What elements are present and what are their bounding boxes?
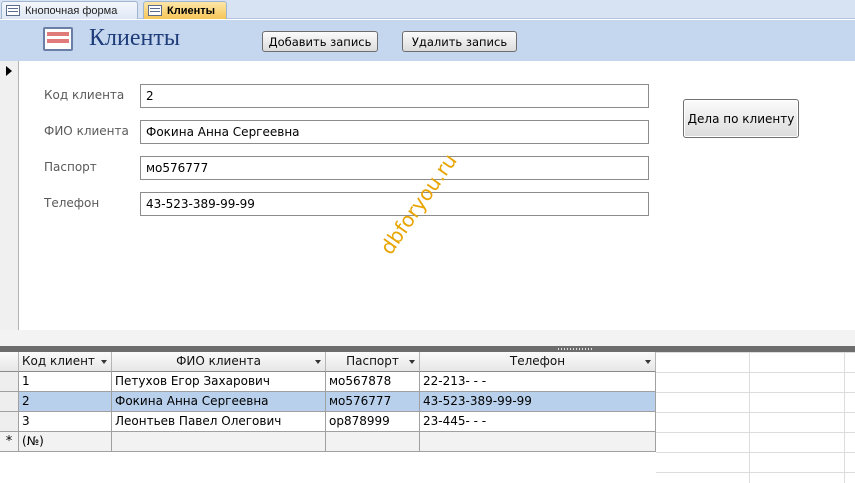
cell-client-name[interactable]: Леонтьев Павел Олегович <box>112 412 326 432</box>
document-tab-strip: Кнопочная форма Клиенты <box>0 0 855 19</box>
page-title: Клиенты <box>89 25 180 51</box>
cell-new-phone[interactable] <box>420 432 656 452</box>
select-all-corner[interactable] <box>0 352 19 372</box>
cell-new-passport[interactable] <box>326 432 420 452</box>
record-selector[interactable] <box>0 61 19 330</box>
form-icon <box>6 5 20 16</box>
client-name-field[interactable]: Фокина Анна Сергеевна <box>140 120 649 144</box>
row-selector[interactable] <box>0 392 19 412</box>
form-icon <box>148 5 162 16</box>
client-id-label: Код клиента <box>44 88 125 102</box>
phone-field[interactable]: 43-523-389-99-99 <box>140 192 649 216</box>
dropdown-arrow-icon[interactable] <box>409 360 415 364</box>
cell-new-client-id[interactable]: (№) <box>19 432 112 452</box>
cell-passport[interactable]: мо567878 <box>326 372 420 392</box>
cell-phone[interactable]: 23-445- - - <box>420 412 656 432</box>
tab-clients[interactable]: Клиенты <box>143 1 227 19</box>
split-gap <box>0 330 855 346</box>
passport-label: Паспорт <box>44 160 97 174</box>
client-name-label: ФИО клиента <box>44 124 129 138</box>
cell-phone[interactable]: 22-213- - - <box>420 372 656 392</box>
new-record-star-icon[interactable]: * <box>0 432 19 452</box>
column-header-client-name[interactable]: ФИО клиента <box>112 352 326 372</box>
new-record-row[interactable]: * (№) <box>0 432 656 452</box>
tab-switchboard-form[interactable]: Кнопочная форма <box>1 1 138 19</box>
datasheet-header-row: Код клиент ФИО клиента Паспорт Телефон <box>0 352 656 372</box>
column-header-label: Паспорт <box>346 354 399 368</box>
cell-passport[interactable]: мо576777 <box>326 392 420 412</box>
row-selector[interactable] <box>0 372 19 392</box>
passport-field[interactable]: мо576777 <box>140 156 649 180</box>
form-icon <box>43 27 73 51</box>
delete-record-button[interactable]: Удалить запись <box>402 31 517 52</box>
dropdown-arrow-icon[interactable] <box>101 360 107 364</box>
row-selector[interactable] <box>0 412 19 432</box>
current-record-arrow-icon <box>6 66 12 76</box>
dropdown-arrow-icon[interactable] <box>315 360 321 364</box>
dropdown-arrow-icon[interactable] <box>645 360 651 364</box>
cell-client-id[interactable]: 3 <box>19 412 112 432</box>
empty-grid-area <box>656 352 855 483</box>
cell-new-client-name[interactable] <box>112 432 326 452</box>
tab-label: Клиенты <box>167 4 216 17</box>
add-record-button[interactable]: Добавить запись <box>262 31 378 52</box>
cell-client-name[interactable]: Петухов Егор Захарович <box>112 372 326 392</box>
column-header-passport[interactable]: Паспорт <box>326 352 420 372</box>
table-row[interactable]: 3 Леонтьев Павел Олегович ор878999 23-44… <box>0 412 656 432</box>
cell-passport[interactable]: ор878999 <box>326 412 420 432</box>
tab-label: Кнопочная форма <box>25 4 118 17</box>
column-header-label: Код клиент <box>22 354 95 368</box>
column-header-phone[interactable]: Телефон <box>420 352 656 372</box>
cell-client-name[interactable]: Фокина Анна Сергеевна <box>112 392 326 412</box>
cell-phone[interactable]: 43-523-389-99-99 <box>420 392 656 412</box>
splitter-grip-icon <box>558 348 592 350</box>
column-header-label: ФИО клиента <box>176 354 261 368</box>
column-header-label: Телефон <box>509 354 566 368</box>
table-row-selected[interactable]: 2 Фокина Анна Сергеевна мо576777 43-523-… <box>0 392 656 412</box>
client-id-field[interactable]: 2 <box>140 84 649 108</box>
datasheet: Код клиент ФИО клиента Паспорт Телефон 1… <box>0 352 855 483</box>
phone-label: Телефон <box>44 196 100 210</box>
table-row[interactable]: 1 Петухов Егор Захарович мо567878 22-213… <box>0 372 656 392</box>
cell-client-id[interactable]: 2 <box>19 392 112 412</box>
client-cases-button[interactable]: Дела по клиенту <box>683 99 799 138</box>
cell-client-id[interactable]: 1 <box>19 372 112 392</box>
column-header-client-id[interactable]: Код клиент <box>19 352 112 372</box>
